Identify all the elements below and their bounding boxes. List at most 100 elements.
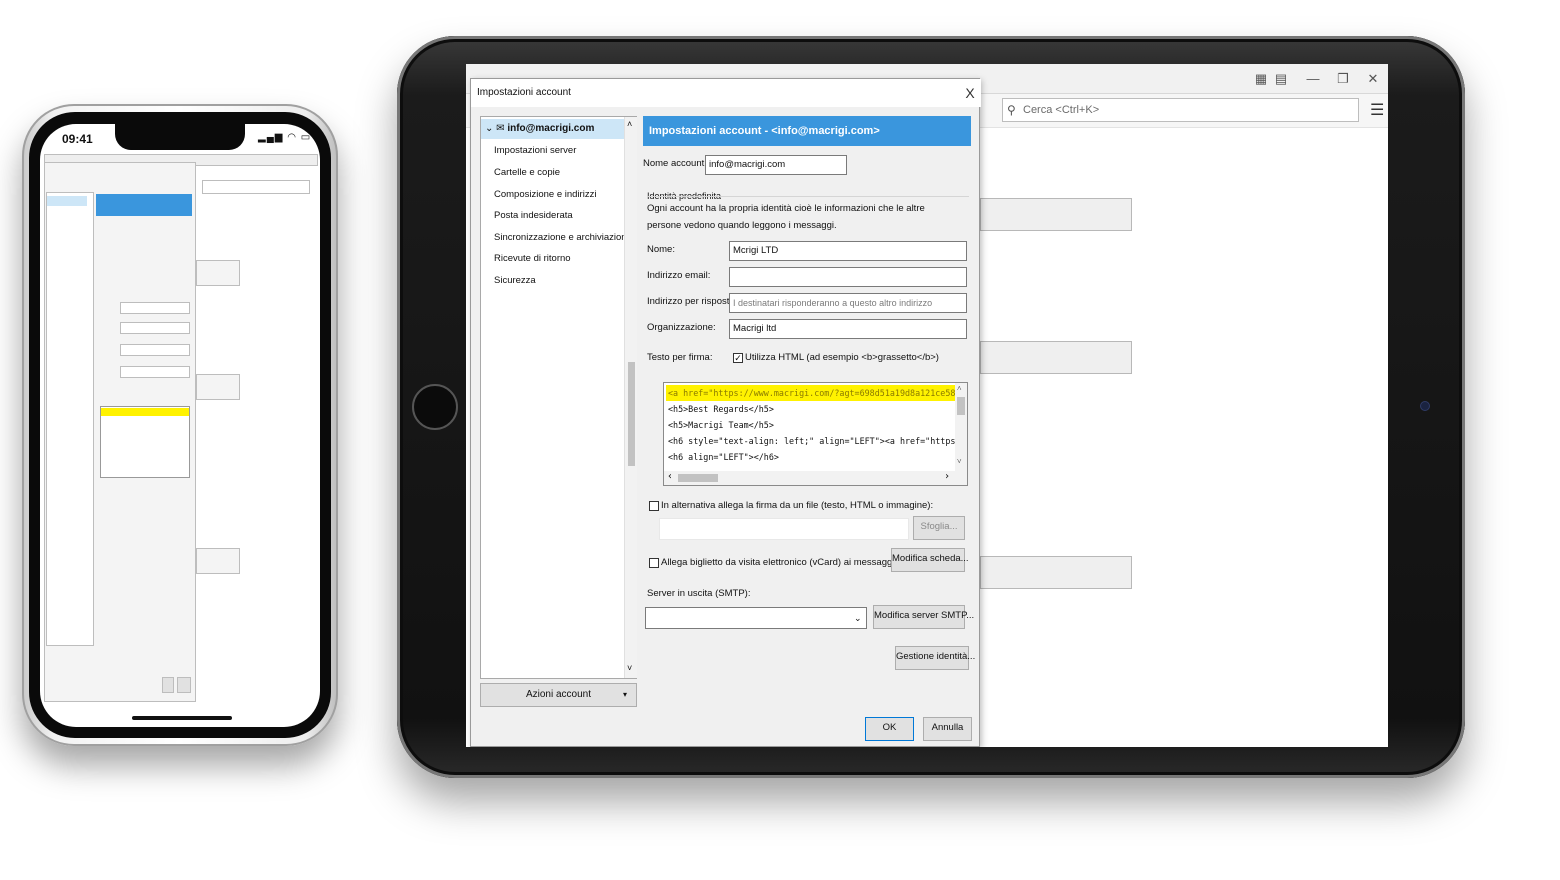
scroll-up-icon[interactable]: ˄ (957, 384, 962, 393)
account-settings-dialog: Impostazioni account X ⌄ ✉ info@macrigi.… (470, 78, 981, 747)
minimize-button[interactable]: — (1304, 70, 1322, 88)
phone-mini-panel-head (96, 194, 192, 216)
dropdown-arrow-icon: ▾ (623, 690, 628, 699)
phone-mini-cancel (177, 677, 191, 693)
window-close-button[interactable]: ✕ (1364, 70, 1382, 88)
tablet-camera (1420, 401, 1430, 411)
tablet-home-button (412, 384, 458, 430)
account-tree: ⌄ ✉ info@macrigi.com Impostazioni server… (480, 116, 637, 679)
name-label: Nome: (647, 244, 675, 255)
tree-item-receipts[interactable]: Ricevute di ritorno (481, 248, 621, 270)
phone-mini-bg-box (196, 548, 240, 574)
phone-mini-field (120, 344, 190, 356)
tree-item-junk[interactable]: Posta indesiderata (481, 205, 621, 227)
smtp-label: Server in uscita (SMTP): (647, 588, 751, 599)
mail-icon: ✉ (496, 123, 505, 134)
name-input[interactable]: Mcrigi LTD (729, 241, 967, 261)
tree-item-folders[interactable]: Cartelle e copie (481, 162, 621, 184)
signature-label: Testo per firma: (647, 352, 713, 363)
phone-mini-code-highlight (101, 408, 189, 416)
email-input[interactable] (729, 267, 967, 287)
search-input[interactable]: ⚲ Cerca <Ctrl+K> (1002, 98, 1359, 122)
signature-code-line: <h6 align="LEFT"></h6> (668, 452, 779, 462)
chevron-down-icon: ⌄ (854, 613, 862, 623)
phone-status-time: 09:41 (62, 132, 93, 146)
bg-placeholder-box (980, 198, 1132, 231)
panel-title: Impostazioni account - <info@macrigi.com… (643, 116, 971, 146)
cancel-button[interactable]: Annulla (923, 717, 972, 741)
group-divider (647, 196, 969, 197)
tree-item-composition[interactable]: Composizione e indirizzi (481, 184, 621, 206)
account-name-label: Nome account: (643, 158, 707, 169)
dialog-close-button[interactable]: X (961, 82, 979, 104)
account-settings-panel: Impostazioni account - <info@macrigi.com… (643, 116, 975, 676)
email-label: Indirizzo email: (647, 270, 711, 281)
edit-smtp-button[interactable]: Modifica server SMTP... (873, 605, 974, 629)
vcard-checkbox[interactable] (649, 558, 659, 568)
phone-mini-ok (162, 677, 174, 693)
account-actions-label: Azioni account (525, 689, 592, 700)
scroll-up-icon[interactable]: ˄ (627, 119, 632, 129)
phone-screen: 09:41 ▂▄▆ ◠ ▭ (40, 124, 320, 727)
tablet-screen: ▦ ▤ — ❐ ✕ ⚲ Cerca <Ctrl+K> ☰ Impostazion… (466, 64, 1388, 747)
tree-item-security[interactable]: Sicurezza (481, 270, 621, 292)
browse-button[interactable]: Sfoglia... (913, 516, 965, 540)
tree-scrollbar[interactable]: ˄ ˅ (624, 117, 637, 678)
dialog-title: Impostazioni account (471, 79, 981, 107)
signature-code-line: <h6 style="text-align: left;" align="LEF… (668, 436, 968, 446)
attach-file-label: In alternativa allega la firma da un fil… (661, 500, 934, 511)
tree-item-account-label: info@macrigi.com (507, 123, 595, 134)
reply-to-input[interactable]: I destinatari risponderanno a questo alt… (729, 293, 967, 313)
vcard-label: Allega biglietto da visita elettronico (… (661, 557, 895, 568)
maximize-button[interactable]: ❐ (1334, 70, 1352, 88)
signature-code-line: <a href="https://www.macrigi.com/?agt=69… (666, 385, 967, 401)
bg-placeholder-box (980, 556, 1132, 589)
bg-placeholder-box (980, 341, 1132, 374)
manage-identities-button[interactable]: Gestione identità... (895, 646, 975, 670)
scroll-down-icon[interactable]: ˅ (957, 457, 962, 466)
account-actions-button[interactable]: Azioni account ▾ (480, 683, 637, 707)
tree-item-account[interactable]: ⌄ ✉ info@macrigi.com (481, 119, 625, 139)
phone-mini-tree-selected (47, 196, 87, 206)
phone-mini-field (120, 366, 190, 378)
hamburger-icon[interactable]: ☰ (1370, 100, 1384, 120)
edit-card-button[interactable]: Modifica scheda... (891, 548, 969, 572)
phone-mini-bg-box (196, 260, 240, 286)
phone-mini-bg-box (196, 374, 240, 400)
organization-label: Organizzazione: (647, 322, 716, 333)
phone-status-icons: ▂▄▆ ◠ ▭ (258, 132, 312, 143)
ok-button[interactable]: OK (865, 717, 914, 741)
signature-hscrollbar[interactable]: ‹ › (664, 471, 967, 485)
expand-icon[interactable]: ⌄ (485, 123, 493, 134)
signature-vscrollbar[interactable]: ˄ ˅ (955, 383, 967, 471)
account-name-input[interactable]: info@macrigi.com (705, 155, 847, 175)
signature-text-area[interactable]: <a href="https://www.macrigi.com/?agt=69… (663, 382, 968, 486)
identity-description: Ogni account ha la propria identità cioè… (647, 203, 925, 231)
phone-mini-search (202, 180, 310, 194)
signature-hscroll-thumb[interactable] (678, 474, 718, 482)
organization-input[interactable]: Macrigi ltd (729, 319, 967, 339)
phone-home-indicator (132, 716, 232, 720)
use-html-label: Utilizza HTML (ad esempio <b>grassetto</… (745, 352, 939, 363)
signature-vscroll-thumb[interactable] (957, 397, 965, 415)
smtp-select[interactable]: ⌄ (645, 607, 867, 629)
scroll-left-icon[interactable]: ‹ (667, 471, 673, 482)
tree-item-server-settings[interactable]: Impostazioni server (481, 140, 621, 162)
reply-to-label: Indirizzo per risposte: (647, 296, 738, 307)
signature-file-input[interactable] (659, 518, 909, 540)
use-html-checkbox[interactable]: ✓ (733, 353, 743, 363)
search-icon: ⚲ (1007, 103, 1016, 117)
tree-scroll-thumb[interactable] (628, 362, 635, 466)
phone-mini-field (120, 302, 190, 314)
phone-notch (115, 124, 245, 150)
phone-mini-field (120, 322, 190, 334)
scroll-down-icon[interactable]: ˅ (627, 663, 632, 673)
calendar-icon[interactable]: ▦ (1252, 70, 1270, 88)
tasks-icon[interactable]: ▤ (1272, 70, 1290, 88)
phone-mini-code (100, 406, 190, 478)
attach-file-checkbox[interactable] (649, 501, 659, 511)
search-placeholder: Cerca <Ctrl+K> (1023, 104, 1100, 116)
phone-mini-tree (46, 192, 94, 646)
scroll-right-icon[interactable]: › (944, 471, 950, 482)
tree-item-sync[interactable]: Sincronizzazione e archiviazione (481, 227, 632, 249)
